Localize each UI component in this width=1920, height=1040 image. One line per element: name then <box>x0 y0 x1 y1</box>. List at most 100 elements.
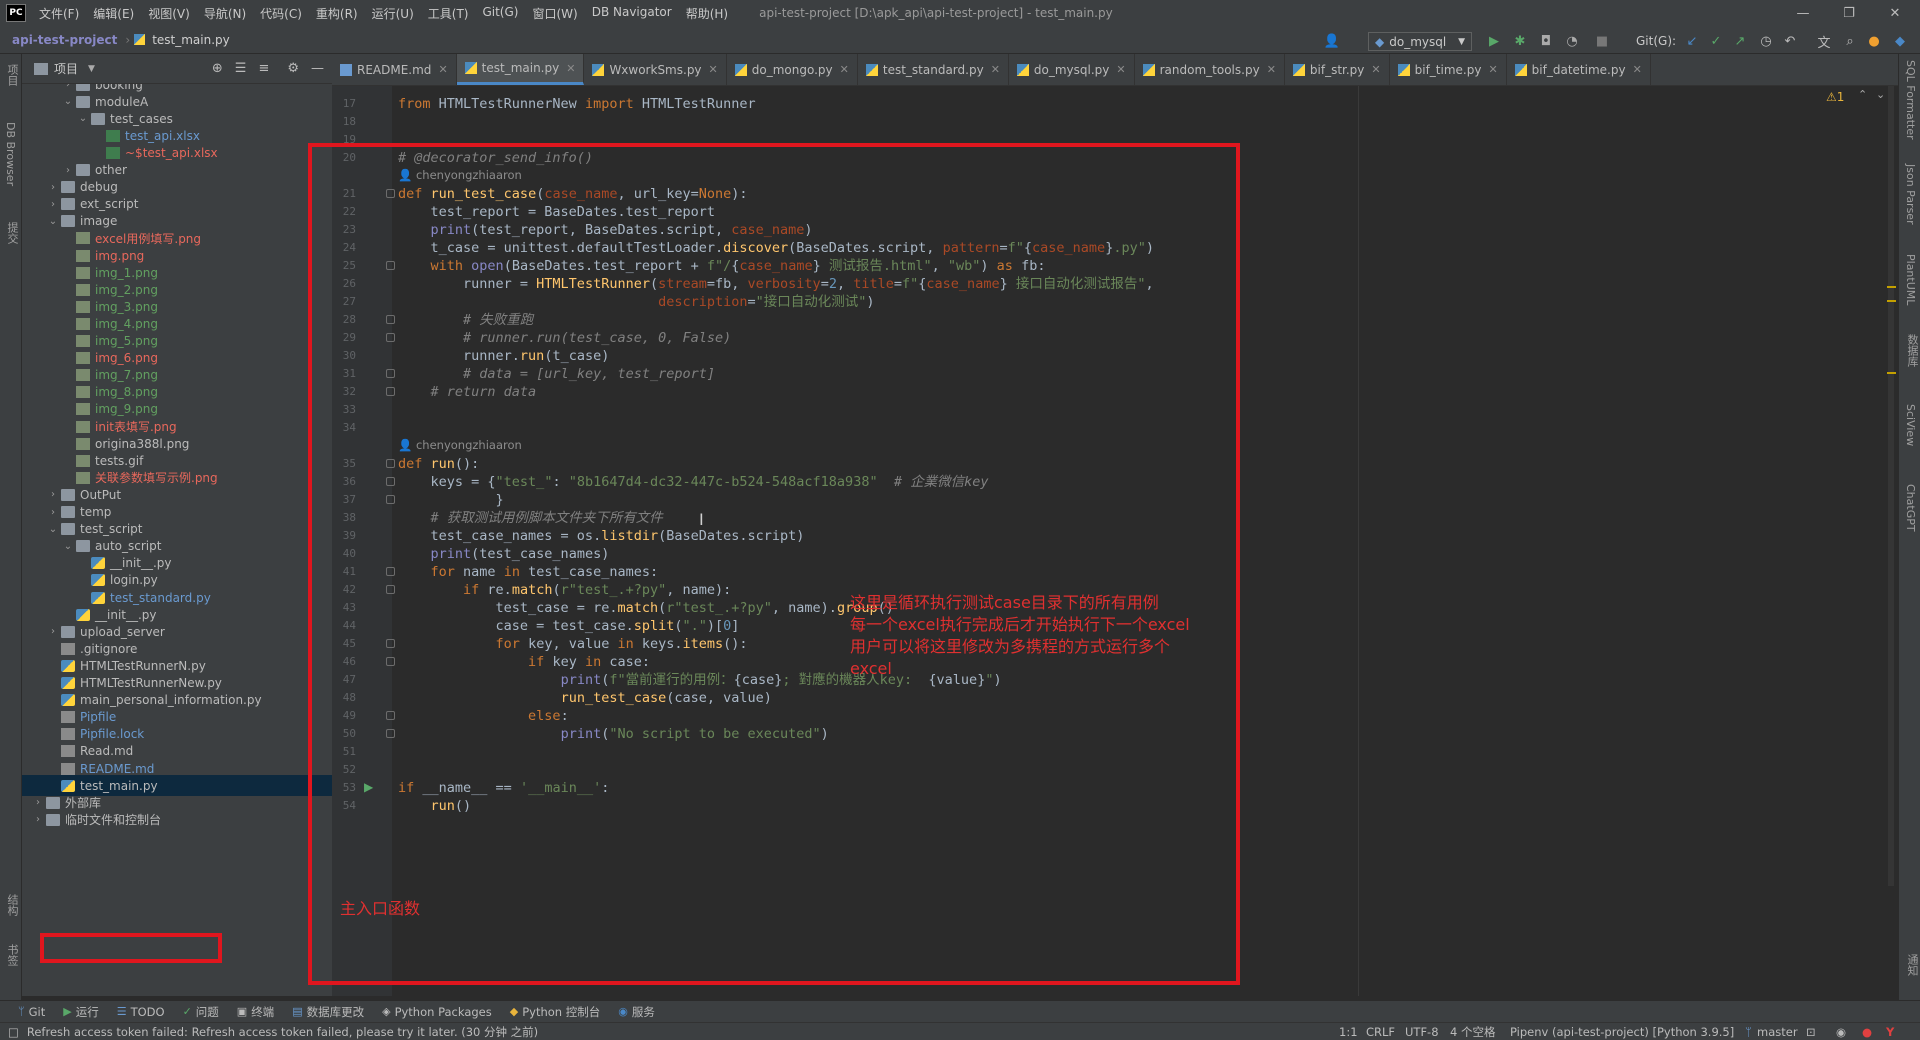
menu-item[interactable]: 文件(F) <box>32 5 86 22</box>
search-icon[interactable]: ⌕ <box>1842 33 1858 49</box>
user-icon[interactable]: 👤 <box>1324 33 1340 49</box>
menu-item[interactable]: 重构(R) <box>309 5 365 22</box>
chatgpt-tool-tab[interactable]: ChatGPT <box>1904 484 1917 532</box>
tool-window-git[interactable]: ᛘ Git <box>18 1005 45 1019</box>
tool-window-terminal[interactable]: ▣ 终端 <box>237 1004 274 1020</box>
chevron-down-icon[interactable]: ▼ <box>88 64 95 74</box>
coverage-icon[interactable]: ◘ <box>1538 33 1554 49</box>
tab-readme-md[interactable]: README.md ✕ <box>332 54 457 85</box>
status-message[interactable]: Refresh access token failed: Refresh acc… <box>27 1024 538 1040</box>
inspection-warning-indicator[interactable]: ⚠1 <box>1826 90 1844 104</box>
minimize-button[interactable]: — <box>1780 0 1826 26</box>
chevron-down-icon[interactable]: ⌄ <box>75 113 91 124</box>
tab-bif_datetime-py[interactable]: bif_datetime.py ✕ <box>1507 54 1651 85</box>
tab-test_standard-py[interactable]: test_standard.py ✕ <box>858 54 1009 85</box>
chevron-right-icon[interactable]: › <box>45 199 61 210</box>
close-icon[interactable]: ✕ <box>1633 63 1642 76</box>
sql-formatter-tool-tab[interactable]: SQL Formatter <box>1904 60 1917 140</box>
vertical-scrollbar[interactable] <box>1888 86 1894 886</box>
tab-bif_time-py[interactable]: bif_time.py ✕ <box>1390 54 1507 85</box>
menu-item[interactable]: 代码(C) <box>253 5 309 22</box>
project-tool-tab[interactable]: 项目 <box>4 64 20 86</box>
menu-item[interactable]: 帮助(H) <box>679 5 735 22</box>
git-update-icon[interactable]: ↙ <box>1684 33 1700 49</box>
close-icon[interactable]: ✕ <box>438 63 447 76</box>
maximize-button[interactable]: ❐ <box>1826 0 1872 26</box>
gear-icon[interactable]: ⚙ <box>287 61 299 76</box>
close-icon[interactable]: ✕ <box>1371 63 1380 76</box>
tool-window-packages[interactable]: ◈ Python Packages <box>382 1005 492 1019</box>
run-config-select[interactable]: ◆ do_mysql ▼ <box>1368 32 1472 51</box>
close-icon[interactable]: ✕ <box>840 63 849 76</box>
chevron-right-icon[interactable]: › <box>60 165 76 176</box>
tool-window-services[interactable]: ◉ 服务 <box>618 1004 655 1020</box>
menu-item[interactable]: DB Navigator <box>585 5 679 22</box>
breadcrumb-project[interactable]: api-test-project <box>8 33 121 47</box>
chevron-right-icon[interactable]: › <box>45 626 61 637</box>
caret-position[interactable]: 1:1 <box>1339 1025 1358 1039</box>
json-parser-tool-tab[interactable]: Json Parser <box>1904 164 1917 225</box>
tab-test_main-py[interactable]: test_main.py ✕ <box>456 54 585 85</box>
history-icon[interactable]: ◷ <box>1758 33 1774 49</box>
menu-item[interactable]: 视图(V) <box>141 5 197 22</box>
file-encoding[interactable]: UTF-8 <box>1405 1025 1439 1039</box>
yulu-plugin-icon[interactable]: Y <box>1886 1025 1894 1039</box>
tool-window-run[interactable]: ▶ 运行 <box>63 1004 98 1020</box>
tab-do_mysql-py[interactable]: do_mysql.py ✕ <box>1009 54 1135 85</box>
chevron-up-icon[interactable]: ⌃ <box>1858 88 1867 101</box>
database-tool-tab[interactable]: 数据库 <box>1904 334 1920 367</box>
close-icon[interactable]: ✕ <box>709 63 718 76</box>
plantuml-tool-tab[interactable]: PlantUML <box>1904 254 1917 305</box>
chevron-right-icon[interactable]: › <box>45 182 61 193</box>
interpreter-setting[interactable]: Pipenv (api-test-project) [Python 3.9.5] <box>1510 1025 1734 1039</box>
notifications-tool-tab[interactable]: 通知 <box>1904 954 1920 976</box>
chevron-right-icon[interactable]: › <box>60 84 76 90</box>
close-icon[interactable]: ✕ <box>1488 63 1497 76</box>
chevron-down-icon[interactable]: ⌄ <box>60 96 76 107</box>
breadcrumb-file[interactable]: test_main.py <box>148 33 234 47</box>
db-browser-tool-tab[interactable]: DB Browser <box>4 122 17 186</box>
menu-item[interactable]: Git(G) <box>475 5 525 22</box>
collapse-all-icon[interactable]: ≡ <box>258 61 269 76</box>
chevron-down-icon[interactable]: ⌄ <box>45 216 61 227</box>
tab-do_mongo-py[interactable]: do_mongo.py ✕ <box>727 54 858 85</box>
expand-all-icon[interactable]: ☰ <box>235 61 247 76</box>
structure-tool-tab[interactable]: 结构 <box>4 894 20 916</box>
chevron-down-icon[interactable]: ⌄ <box>60 541 76 552</box>
plugin-icon[interactable]: ◆ <box>1892 33 1908 49</box>
update-icon[interactable]: ● <box>1866 33 1882 49</box>
menu-item[interactable]: 工具(T) <box>421 5 476 22</box>
indent-setting[interactable]: 4 个空格 <box>1450 1024 1495 1040</box>
project-panel-title[interactable]: 项目 <box>54 60 78 77</box>
close-icon[interactable]: ✕ <box>1116 63 1125 76</box>
translate-icon[interactable]: 文 <box>1816 33 1832 51</box>
hide-panel-icon[interactable]: — <box>311 61 324 76</box>
close-button[interactable]: ✕ <box>1872 0 1918 26</box>
chevron-right-icon[interactable]: › <box>30 797 46 808</box>
bookmarks-tool-tab[interactable]: 书签 <box>4 944 20 966</box>
sciview-tool-tab[interactable]: SciView <box>1904 404 1917 446</box>
close-icon[interactable]: ✕ <box>566 62 575 75</box>
tab-random_tools-py[interactable]: random_tools.py ✕ <box>1135 54 1285 85</box>
chevron-down-icon[interactable]: ⌄ <box>1876 88 1885 101</box>
chevron-down-icon[interactable]: ⌄ <box>45 524 61 535</box>
chevron-right-icon[interactable]: › <box>45 507 61 518</box>
menu-item[interactable]: 运行(U) <box>365 5 421 22</box>
tool-window-todo[interactable]: ☰ TODO <box>117 1005 165 1019</box>
tool-window-problems[interactable]: ✓ 问题 <box>183 1004 219 1020</box>
git-commit-icon[interactable]: ✓ <box>1708 33 1724 49</box>
menu-item[interactable]: 窗口(W) <box>525 5 584 22</box>
tool-window-python-console[interactable]: ◆ Python 控制台 <box>510 1004 601 1020</box>
memory-icon[interactable]: ◉ <box>1836 1025 1846 1039</box>
error-icon[interactable]: ● <box>1862 1025 1872 1039</box>
line-separator[interactable]: CRLF <box>1366 1025 1395 1039</box>
chevron-right-icon[interactable]: › <box>45 489 61 500</box>
tab-bif_str-py[interactable]: bif_str.py ✕ <box>1285 54 1390 85</box>
close-icon[interactable]: ✕ <box>991 63 1000 76</box>
commit-tool-tab[interactable]: 提交 <box>4 222 20 244</box>
stop-icon[interactable]: ■ <box>1594 33 1610 49</box>
tab-wxworksms-py[interactable]: WxworkSms.py ✕ <box>584 54 727 85</box>
git-push-icon[interactable]: ↗ <box>1732 33 1748 49</box>
menu-item[interactable]: 导航(N) <box>197 5 253 22</box>
tree-item[interactable]: › 临时文件和控制台 <box>22 809 332 830</box>
